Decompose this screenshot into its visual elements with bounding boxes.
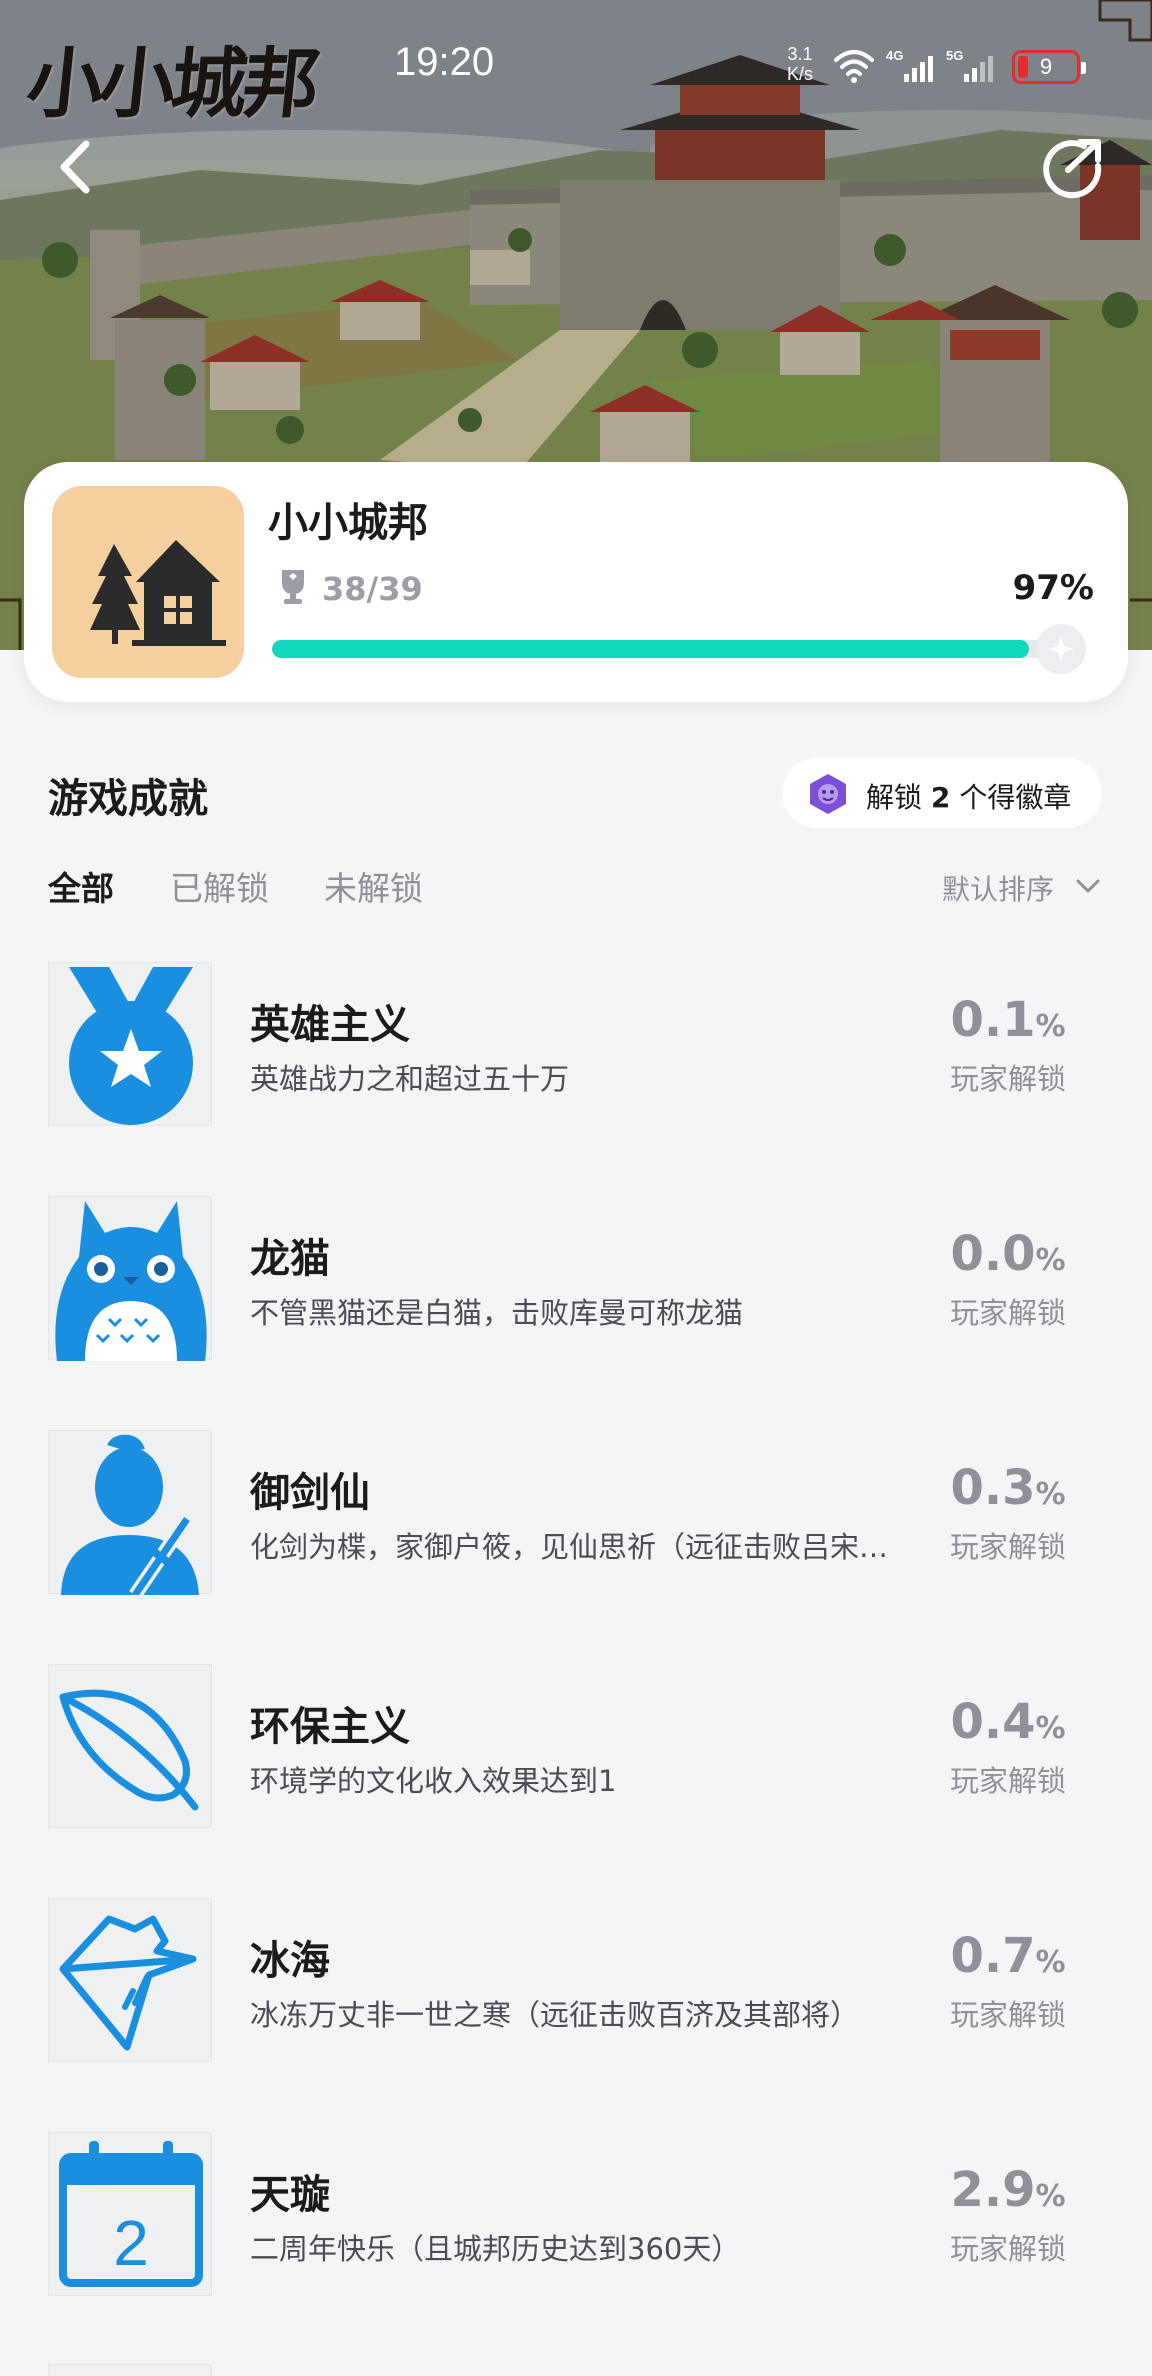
tab-locked[interactable]: 未解锁: [324, 862, 423, 910]
list-item[interactable]: 英雄主义 英雄战力之和超过五十万 0.1% 玩家解锁: [0, 962, 1152, 1128]
svg-text:4G: 4G: [886, 48, 903, 63]
unlock-rate-label: 玩家解锁: [949, 2232, 1066, 2266]
next-achievement-icon-partial: [48, 2364, 212, 2376]
medal-icon: [48, 962, 212, 1126]
unlock-rate: 0.3%: [950, 1460, 1066, 1516]
game-title: 小小城邦: [268, 500, 428, 546]
progress-bar: [272, 640, 1052, 658]
achievement-name: 御剑仙: [250, 1470, 370, 1516]
wifi-icon: [834, 50, 874, 83]
sort-dropdown[interactable]: 默认排序: [942, 868, 1054, 908]
achievement-desc: 不管黑猫还是白猫，击败库曼可称龙猫: [250, 1296, 744, 1330]
unlock-rate-label: 玩家解锁: [949, 1530, 1066, 1564]
progress-fill: [272, 640, 1029, 658]
list-item[interactable]: 御剑仙 化剑为楪，家御户筱，见仙思祈（远征击败吕宋… 0.3% 玩家解锁: [0, 1430, 1152, 1596]
unlock-rate-label: 玩家解锁: [949, 1998, 1066, 2032]
tab-all[interactable]: 全部: [48, 862, 114, 910]
unlock-rate: 0.1%: [950, 992, 1066, 1048]
swordsman-icon: [48, 1430, 212, 1595]
achievement-name: 冰海: [250, 1938, 330, 1984]
progress-end-badge: [1036, 624, 1086, 674]
achievement-desc: 英雄战力之和超过五十万: [250, 1062, 570, 1096]
unlock-rate: 2.9%: [950, 2162, 1066, 2218]
list-item[interactable]: 冰海 冰冻万丈非一世之寒（远征击败百济及其部将） 0.7% 玩家解锁: [0, 1898, 1152, 2064]
house-tree-icon: [90, 540, 226, 646]
achievement-desc: 二周年快乐（且城邦历史达到360天）: [250, 2232, 741, 2266]
totoro-icon: [48, 1196, 212, 1361]
star-badge-icon: [1048, 636, 1074, 662]
calendar-icon: 2: [48, 2132, 212, 2296]
unlock-rate-label: 玩家解锁: [949, 1062, 1066, 1096]
iceberg-icon: [48, 1898, 212, 2062]
battery-icon: 9: [1012, 50, 1086, 84]
achievement-count: 38/39: [322, 570, 423, 608]
leaf-icon: [48, 1664, 212, 1828]
list-item[interactable]: 环保主义 环境学的文化收入效果达到1 0.4% 玩家解锁: [0, 1664, 1152, 1830]
achievement-desc: 冰冻万丈非一世之寒（远征击败百济及其部将）: [250, 1998, 860, 2032]
completion-percent: 97%: [1012, 568, 1094, 608]
achievement-desc: 化剑为楪，家御户筱，见仙思祈（远征击败吕宋…: [250, 1530, 889, 1564]
signal-5g-icon: 5G: [946, 48, 993, 82]
network-speed: 3.1 K/s: [786, 44, 813, 84]
game-icon[interactable]: [52, 486, 244, 678]
badge-unlock-pill[interactable]: 解锁 2 个得徽章: [782, 758, 1102, 828]
unlock-rate-label: 玩家解锁: [949, 1764, 1066, 1798]
share-icon[interactable]: [1040, 136, 1104, 200]
tab-unlocked[interactable]: 已解锁: [170, 862, 269, 910]
calendar-day-text: 2: [113, 2207, 149, 2279]
list-item[interactable]: 2 天璇 二周年快乐（且城邦历史达到360天） 2.9% 玩家解锁: [0, 2132, 1152, 2298]
unlock-rate: 0.4%: [950, 1694, 1066, 1750]
chevron-down-icon[interactable]: [1074, 876, 1102, 896]
badge-unlock-text: 解锁 2 个得徽章: [866, 781, 1072, 814]
game-summary-card: 小小城邦 38/39 97%: [24, 462, 1128, 702]
achievement-name: 龙猫: [250, 1236, 330, 1282]
unlock-rate: 0.7%: [950, 1928, 1066, 1984]
unlock-rate-label: 玩家解锁: [949, 1296, 1066, 1330]
achievement-desc: 环境学的文化收入效果达到1: [250, 1764, 617, 1798]
badge-icon: [810, 774, 846, 814]
trophy-icon: [282, 570, 304, 604]
status-bar: 19:20 3.1 K/s 4G 5G 9: [0, 0, 1152, 130]
achievement-name: 环保主义: [250, 1704, 410, 1750]
signal-4g-icon: 4G: [886, 48, 933, 82]
back-arrow-icon[interactable]: [52, 136, 104, 198]
achievement-name: 天璇: [250, 2172, 330, 2218]
svg-text:5G: 5G: [946, 48, 963, 63]
list-item[interactable]: 龙猫 不管黑猫还是白猫，击败库曼可称龙猫 0.0% 玩家解锁: [0, 1196, 1152, 1362]
section-title: 游戏成就: [48, 776, 208, 822]
achievement-name: 英雄主义: [250, 1002, 410, 1048]
clock: 19:20: [394, 40, 495, 84]
unlock-rate: 0.0%: [950, 1226, 1066, 1282]
